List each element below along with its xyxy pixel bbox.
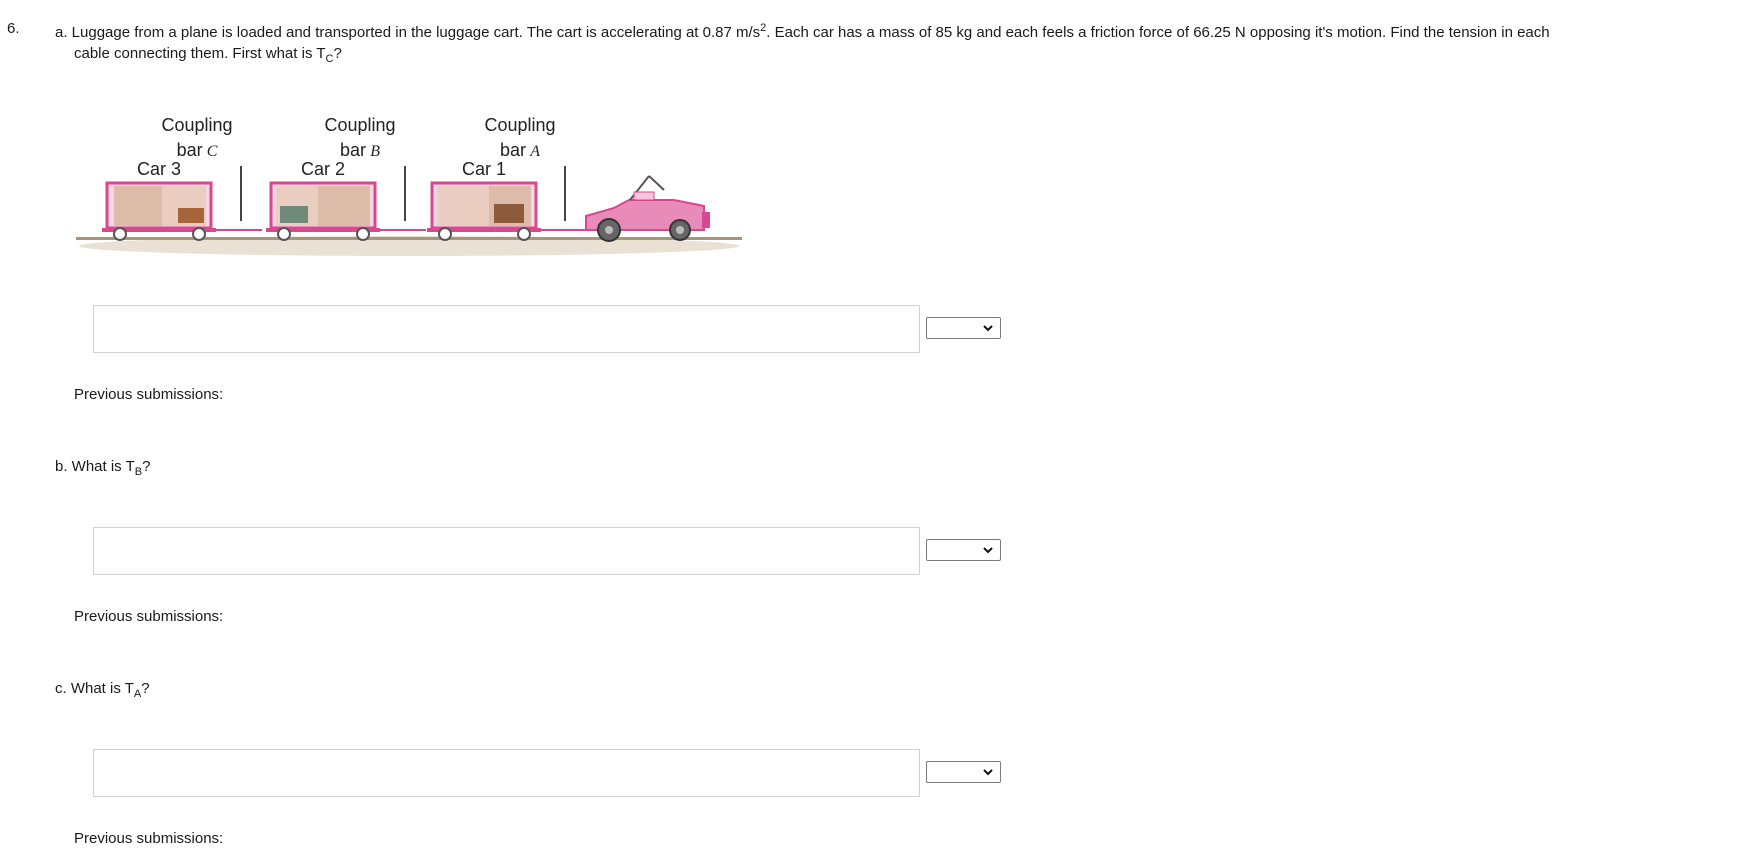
question-text-part-a: a. Luggage from a plane is loaded and tr… — [55, 18, 1745, 70]
coupling-a-line2: bar A — [500, 140, 540, 160]
chevron-down-icon — [983, 547, 993, 554]
luggage-cart-figure: Coupling bar C Coupling bar B Coupling b… — [76, 115, 742, 256]
question-text-part-b: b. What is TB? — [55, 458, 150, 478]
car2 — [266, 181, 380, 241]
part-a-line2: cable connecting them. First what is T — [74, 45, 326, 62]
chevron-down-icon — [983, 325, 993, 332]
coupling-c-line1: Coupling — [161, 115, 232, 135]
ground-line — [76, 237, 742, 240]
answer-input-part-c[interactable] — [93, 749, 920, 797]
coupling-b-line2: bar B — [340, 140, 380, 160]
coupling-a-line1: Coupling — [484, 115, 555, 135]
unit-select-part-a[interactable] — [926, 317, 1001, 339]
unit-select-part-c[interactable] — [926, 761, 1001, 783]
previous-submissions-part-a: Previous submissions: — [74, 386, 224, 403]
car2-label: Car 2 — [301, 159, 345, 179]
tractor — [585, 175, 710, 242]
part-a-text: a. Luggage from a plane is loaded and tr… — [55, 24, 761, 41]
chevron-down-icon — [983, 769, 993, 776]
coupling-c-line2: bar C — [177, 140, 218, 160]
answer-input-part-b[interactable] — [93, 527, 920, 575]
previous-submissions-part-b: Previous submissions: — [74, 608, 224, 625]
unit-select-part-b[interactable] — [926, 539, 1001, 561]
car3 — [102, 181, 216, 241]
car1 — [427, 181, 541, 241]
part-c-text: c. What is T — [55, 680, 134, 697]
question-number: 6. — [7, 20, 20, 37]
part-b-question-mark: ? — [142, 458, 151, 475]
part-a-question-mark: ? — [333, 45, 342, 62]
part-c-question-mark: ? — [141, 680, 150, 697]
part-b-subscript: B — [134, 466, 143, 478]
coupling-b-line1: Coupling — [324, 115, 395, 135]
part-b-text: b. What is T — [55, 458, 135, 475]
car1-label: Car 1 — [462, 159, 506, 179]
answer-input-part-a[interactable] — [93, 305, 920, 353]
question-page: 6. a. Luggage from a plane is loaded and… — [0, 0, 1759, 851]
car3-label: Car 3 — [137, 159, 181, 179]
question-text-part-c: c. What is TA? — [55, 680, 150, 700]
previous-submissions-part-c: Previous submissions: — [74, 830, 224, 847]
part-a-text-continued: . Each car has a mass of 85 kg and each … — [766, 24, 1550, 41]
